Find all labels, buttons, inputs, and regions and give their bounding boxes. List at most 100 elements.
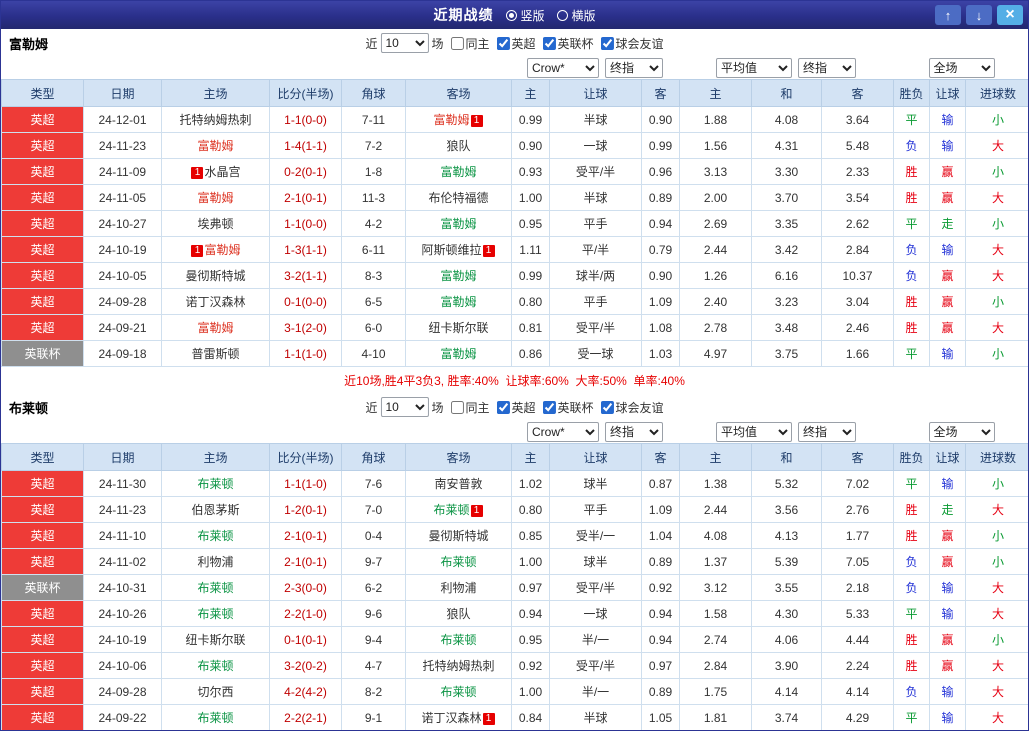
- euro-home-odds-cell: 1.58: [679, 600, 752, 627]
- scope-select[interactable]: 全场: [928, 422, 995, 442]
- result-outcome-cell: 负: [893, 262, 930, 289]
- efl-cup-checkbox[interactable]: [542, 400, 556, 414]
- away-team-name: 狼队: [446, 607, 471, 621]
- euro-draw-odds-cell: 4.31: [751, 132, 822, 159]
- away-team-cell: 南安普敦: [405, 470, 512, 497]
- league-filter-epl[interactable]: 英超: [496, 399, 536, 416]
- asia-home-odds-cell: 0.97: [511, 574, 550, 601]
- corner-cell: 9-7: [341, 548, 406, 575]
- close-button[interactable]: ×: [997, 5, 1023, 25]
- home-team-name: 富勒姆: [197, 139, 234, 153]
- titlebar: 近期战绩 竖版 横版 ↑ ↓ ×: [1, 1, 1028, 29]
- date-cell: 24-11-09: [83, 158, 162, 185]
- asia-final-select[interactable]: 终指: [605, 422, 663, 442]
- league-type-cell: 英超: [1, 600, 84, 627]
- league-filter-efl-cup[interactable]: 英联杯: [542, 35, 594, 52]
- same-venue-checkbox[interactable]: [450, 400, 464, 414]
- away-team-name: 富勒姆: [440, 347, 477, 361]
- euro-away-odds-cell: 10.37: [821, 262, 894, 289]
- league-type-cell: 英超: [1, 210, 84, 237]
- result-outcome-cell: 负: [893, 678, 930, 705]
- col-header-asia-away: 客: [641, 443, 680, 471]
- epl-checkbox[interactable]: [496, 400, 510, 414]
- home-team-name: 伯恩茅斯: [191, 503, 240, 517]
- layout-radio-horizontal[interactable]: 横版: [556, 7, 596, 24]
- euro-final-select[interactable]: 终指: [798, 422, 856, 442]
- epl-checkbox[interactable]: [496, 36, 510, 50]
- same-venue-filter[interactable]: 同主: [450, 35, 490, 52]
- filter-bar: 近 10 场 同主 英超 英联杯 球会友谊: [365, 393, 664, 421]
- away-team-cell: 狼队: [405, 600, 512, 627]
- league-type-cell: 英超: [1, 704, 84, 730]
- friendly-checkbox[interactable]: [600, 36, 614, 50]
- corner-cell: 9-4: [341, 626, 406, 653]
- same-venue-filter[interactable]: 同主: [450, 399, 490, 416]
- score-cell: 2-2(2-1): [269, 704, 342, 730]
- asia-odds-selectors: Crow* 终指: [511, 422, 679, 442]
- col-header-type: 类型: [1, 443, 84, 471]
- asia-home-odds-cell: 0.93: [511, 158, 550, 185]
- red-card-badge: 1: [482, 713, 495, 725]
- league-filter-friendly[interactable]: 球会友谊: [600, 35, 664, 52]
- recent-results-window: 近期战绩 竖版 横版 ↑ ↓ × 富勒姆 近 10 场 同主 英超 英联杯 球会…: [0, 0, 1029, 731]
- asia-away-odds-cell: 0.87: [641, 470, 680, 497]
- result-goals-cell: 小: [965, 340, 1028, 367]
- league-type-cell: 英超: [1, 678, 84, 705]
- league-filter-epl[interactable]: 英超: [496, 35, 536, 52]
- home-team-cell: 曼彻斯特城: [161, 262, 270, 289]
- col-header-asia-away: 客: [641, 79, 680, 107]
- home-team-name: 布莱顿: [197, 477, 234, 491]
- bookmaker-select[interactable]: Crow*: [527, 58, 599, 78]
- date-cell: 24-09-21: [83, 314, 162, 341]
- result-goals-cell: 大: [965, 652, 1028, 679]
- result-goals-cell: 大: [965, 132, 1028, 159]
- near-label: 近: [365, 400, 378, 415]
- result-goals-cell: 小: [965, 470, 1028, 497]
- result-outcome-cell: 负: [893, 548, 930, 575]
- table-row: 英超 24-10-27 埃弗顿 1-1(0-0) 4-2 富勒姆 0.95 平手 0.94 2.6…: [1, 210, 1028, 237]
- euro-home-odds-cell: 4.97: [679, 340, 752, 367]
- match-count-select[interactable]: 10: [380, 33, 429, 53]
- euro-average-select[interactable]: 平均值: [716, 58, 792, 78]
- table-row: 英超 24-11-09 1 水晶宫 0-2(0-1) 1-8 富勒姆 0.93 受平/半 0.96…: [1, 158, 1028, 185]
- same-venue-checkbox[interactable]: [450, 36, 464, 50]
- bookmaker-select[interactable]: Crow*: [527, 422, 599, 442]
- games-label: 场: [431, 36, 444, 51]
- euro-away-odds-cell: 7.05: [821, 548, 894, 575]
- home-team-name: 埃弗顿: [197, 217, 234, 231]
- home-team-cell: 纽卡斯尔联: [161, 626, 270, 653]
- score-cell: 1-2(0-1): [269, 496, 342, 523]
- home-team-name: 利物浦: [197, 555, 234, 569]
- asia-away-odds-cell: 0.89: [641, 548, 680, 575]
- move-up-button[interactable]: ↑: [935, 5, 961, 25]
- asia-final-select[interactable]: 终指: [605, 58, 663, 78]
- home-team-cell: 1 富勒姆: [161, 236, 270, 263]
- handicap-cell: 半球: [549, 704, 642, 730]
- euro-draw-odds-cell: 4.06: [751, 626, 822, 653]
- efl-cup-checkbox[interactable]: [542, 36, 556, 50]
- away-team-name: 托特纳姆热刺: [422, 659, 495, 673]
- scope-select[interactable]: 全场: [928, 58, 995, 78]
- euro-average-select[interactable]: 平均值: [716, 422, 792, 442]
- result-outcome-cell: 胜: [893, 314, 930, 341]
- result-goals-cell: 小: [965, 106, 1028, 133]
- euro-draw-odds-cell: 3.90: [751, 652, 822, 679]
- result-goals-cell: 大: [965, 262, 1028, 289]
- league-filter-friendly[interactable]: 球会友谊: [600, 399, 664, 416]
- euro-final-select[interactable]: 终指: [798, 58, 856, 78]
- home-team-name: 切尔西: [197, 685, 234, 699]
- match-count-select[interactable]: 10: [380, 397, 429, 417]
- layout-radio-vertical[interactable]: 竖版: [505, 7, 545, 24]
- euro-draw-odds-cell: 3.74: [751, 704, 822, 730]
- euro-away-odds-cell: 2.24: [821, 652, 894, 679]
- friendly-checkbox[interactable]: [600, 400, 614, 414]
- home-team-name: 水晶宫: [204, 165, 241, 179]
- result-outcome-cell: 胜: [893, 288, 930, 315]
- move-down-button[interactable]: ↓: [966, 5, 992, 25]
- red-card-badge: 1: [470, 115, 483, 127]
- epl-label: 英超: [511, 400, 536, 415]
- result-handicap-cell: 输: [929, 678, 966, 705]
- home-team-name: 普雷斯顿: [191, 347, 240, 361]
- league-type-cell: 英超: [1, 132, 84, 159]
- league-filter-efl-cup[interactable]: 英联杯: [542, 399, 594, 416]
